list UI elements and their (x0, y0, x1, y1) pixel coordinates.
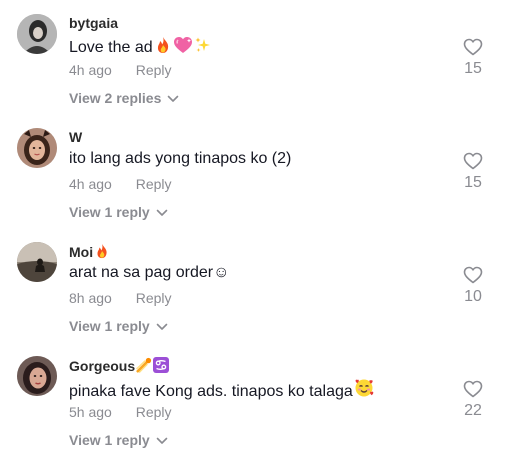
comet-emoji-icon (136, 357, 152, 376)
heart-outline-icon (459, 380, 487, 398)
comment-meta: 5h ago Reply (69, 404, 172, 420)
comment-item: Moi arat na sa pag order☺ 8h ago Reply V… (0, 228, 511, 342)
username[interactable]: Gorgeous (69, 357, 170, 376)
username-text: Moi (69, 244, 94, 260)
comment-text: ito lang ads yong tinapos ko (2) (69, 150, 291, 168)
reply-button[interactable]: Reply (136, 62, 172, 78)
comment-item: W ito lang ads yong tinapos ko (2) 4h ag… (0, 114, 511, 228)
view-replies-button[interactable]: View 1 reply (69, 432, 168, 448)
like-button[interactable]: 15 (459, 38, 487, 78)
avatar[interactable] (17, 356, 57, 396)
heart-outline-icon (459, 266, 487, 284)
heart-outline-icon (459, 38, 487, 56)
like-button[interactable]: 15 (459, 152, 487, 192)
avatar[interactable] (17, 242, 57, 282)
like-button[interactable]: 10 (459, 266, 487, 306)
username[interactable]: Moi (69, 243, 110, 262)
view-replies-label: View 1 reply (69, 318, 150, 334)
like-count: 15 (464, 174, 482, 191)
reply-button[interactable]: Reply (136, 404, 172, 420)
view-replies-label: View 2 replies (69, 90, 162, 106)
comment-meta: 8h ago Reply (69, 290, 172, 306)
view-replies-button[interactable]: View 1 reply (69, 318, 168, 334)
comment-item: Gorgeous pinaka fave Kong ads. tinapos k… (0, 342, 511, 456)
cancer-sign-icon (153, 357, 170, 376)
fire-emoji-icon (94, 243, 110, 262)
view-replies-button[interactable]: View 1 reply (69, 204, 168, 220)
pink-heart-emoji-icon (173, 36, 193, 59)
comment-text: arat na sa pag order☺ (69, 264, 229, 282)
timestamp: 8h ago (69, 290, 112, 306)
chevron-down-icon (156, 204, 168, 220)
like-count: 10 (464, 288, 482, 305)
view-replies-label: View 1 reply (69, 204, 150, 220)
avatar[interactable] (17, 14, 57, 54)
timestamp: 5h ago (69, 404, 112, 420)
chevron-down-icon (167, 90, 179, 106)
username-text: bytgaia (69, 15, 119, 31)
comment-text: pinaka fave Kong ads. tinapos ko talaga (69, 378, 374, 403)
comment-text-content: arat na sa pag order☺ (69, 264, 230, 281)
smiling-face-with-hearts-emoji-icon (354, 378, 374, 403)
timestamp: 4h ago (69, 176, 112, 192)
comment-text-content: pinaka fave Kong ads. tinapos ko talaga (69, 383, 353, 400)
view-replies-label: View 1 reply (69, 432, 150, 448)
comment-item: bytgaia Love the ad 4h ago Reply View 2 … (0, 0, 511, 114)
like-count: 15 (464, 60, 482, 77)
timestamp: 4h ago (69, 62, 112, 78)
username-text: Gorgeous (69, 358, 136, 374)
comment-text-content: ito lang ads yong tinapos ko (2) (69, 150, 292, 167)
reply-button[interactable]: Reply (136, 290, 172, 306)
comment-text-content: Love the ad (69, 39, 153, 56)
username-text: W (69, 129, 83, 145)
chevron-down-icon (156, 432, 168, 448)
comment-meta: 4h ago Reply (69, 176, 172, 192)
sparkles-emoji-icon (194, 36, 212, 59)
avatar[interactable] (17, 128, 57, 168)
reply-button[interactable]: Reply (136, 176, 172, 192)
view-replies-button[interactable]: View 2 replies (69, 90, 179, 106)
heart-outline-icon (459, 152, 487, 170)
username[interactable]: W (69, 129, 82, 145)
like-count: 22 (464, 402, 482, 419)
like-button[interactable]: 22 (459, 380, 487, 420)
chevron-down-icon (156, 318, 168, 334)
comment-text: Love the ad (69, 36, 212, 59)
comment-meta: 4h ago Reply (69, 62, 172, 78)
username[interactable]: bytgaia (69, 15, 118, 31)
fire-emoji-icon (154, 36, 172, 59)
